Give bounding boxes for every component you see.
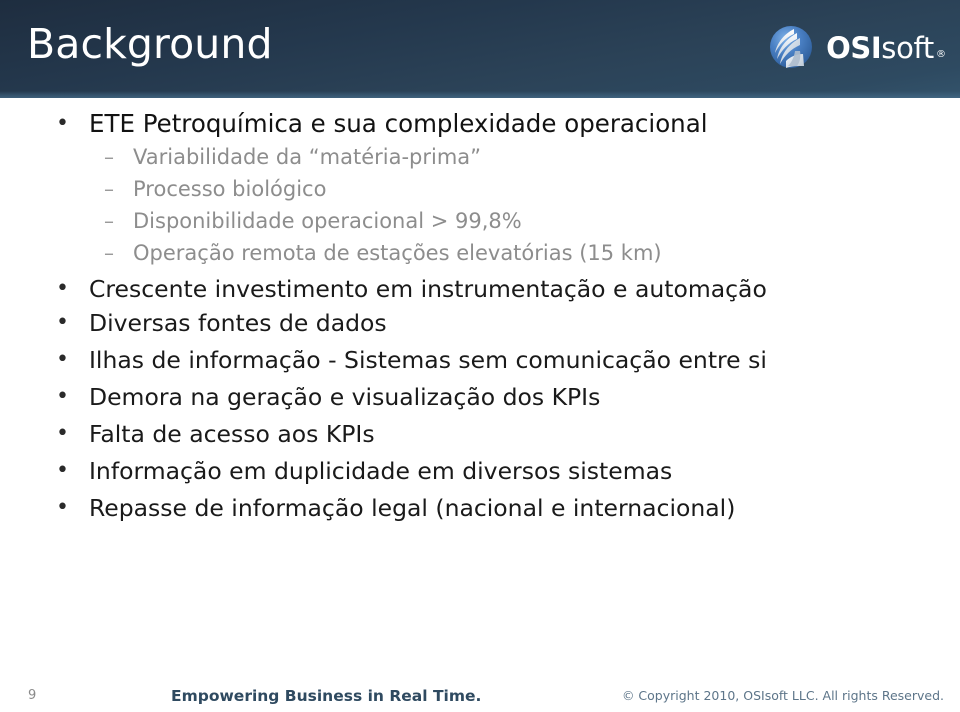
osisoft-swoosh-logo-icon	[764, 21, 818, 75]
sub-bullet-item: – Operação remota de estações elevatória…	[0, 237, 960, 269]
sub-bullet-item: – Disponibilidade operacional > 99,8%	[0, 205, 960, 237]
bullet-marker: •	[56, 458, 69, 483]
page-number: 9	[28, 688, 37, 703]
bullet-item: • Crescente investimento em instrumentaç…	[0, 272, 960, 306]
bullet-text: Demora na geração e visualização dos KPI…	[89, 383, 601, 411]
bullet-text: Informação em duplicidade em diversos si…	[89, 457, 673, 485]
osisoft-logo: OSI soft ®	[764, 20, 946, 76]
slide-footer: 9 Empowering Business in Real Time. © Co…	[0, 672, 960, 712]
bullet-marker: •	[56, 384, 69, 409]
bullet-text: Ilhas de informação - Sistemas sem comun…	[89, 346, 767, 374]
sub-bullet-text: Variabilidade da “matéria-prima”	[133, 145, 482, 169]
bullet-text: Diversas fontes de dados	[89, 309, 387, 337]
bullet-item: • ETE Petroquímica e sua complexidade op…	[0, 107, 960, 141]
sub-bullet-text: Operação remota de estações elevatórias …	[133, 241, 662, 265]
bullet-text: Crescente investimento em instrumentação…	[89, 275, 767, 303]
sub-bullet-marker: –	[104, 145, 114, 169]
bullet-item: • Informação em duplicidade em diversos …	[0, 454, 960, 488]
bullet-text: ETE Petroquímica e sua complexidade oper…	[89, 109, 708, 138]
sub-bullet-text: Disponibilidade operacional > 99,8%	[133, 209, 522, 233]
slide-header-band: Background OSI soft ®	[0, 0, 960, 98]
bullet-marker: •	[56, 421, 69, 446]
bullet-item: • Repasse de informação legal (nacional …	[0, 491, 960, 525]
page-title: Background	[27, 20, 273, 68]
footer-tagline: Empowering Business in Real Time.	[171, 687, 482, 705]
bullet-item: • Falta de acesso aos KPIs	[0, 417, 960, 451]
sub-bullet-text: Processo biológico	[133, 177, 327, 201]
bullet-marker: •	[56, 495, 69, 520]
bullet-text: Repasse de informação legal (nacional e …	[89, 494, 736, 522]
bullet-marker: •	[56, 276, 69, 301]
footer-copyright: © Copyright 2010, OSIsoft LLC. All right…	[621, 688, 944, 703]
sub-bullet-marker: –	[104, 209, 114, 233]
registered-trademark-icon: ®	[936, 49, 946, 60]
bullet-item: • Demora na geração e visualização dos K…	[0, 380, 960, 414]
bullet-item: • Diversas fontes de dados	[0, 306, 960, 340]
sub-bullet-marker: –	[104, 241, 114, 265]
sub-bullet-item: – Variabilidade da “matéria-prima”	[0, 141, 960, 173]
bullet-marker: •	[56, 347, 69, 372]
bullet-text: Falta de acesso aos KPIs	[89, 420, 375, 448]
bullet-item: • Ilhas de informação - Sistemas sem com…	[0, 343, 960, 377]
bullet-marker: •	[56, 310, 69, 335]
presentation-slide: Background OSI soft ® • ETE Petroquímica…	[0, 0, 960, 712]
sub-bullet-marker: –	[104, 177, 114, 201]
sub-bullet-item: – Processo biológico	[0, 173, 960, 205]
osisoft-wordmark: OSI soft ®	[826, 31, 946, 65]
logo-word-secondary: soft	[881, 31, 934, 65]
logo-word-primary: OSI	[826, 31, 882, 65]
bullet-marker: •	[56, 111, 69, 136]
slide-body: • ETE Petroquímica e sua complexidade op…	[0, 98, 960, 525]
